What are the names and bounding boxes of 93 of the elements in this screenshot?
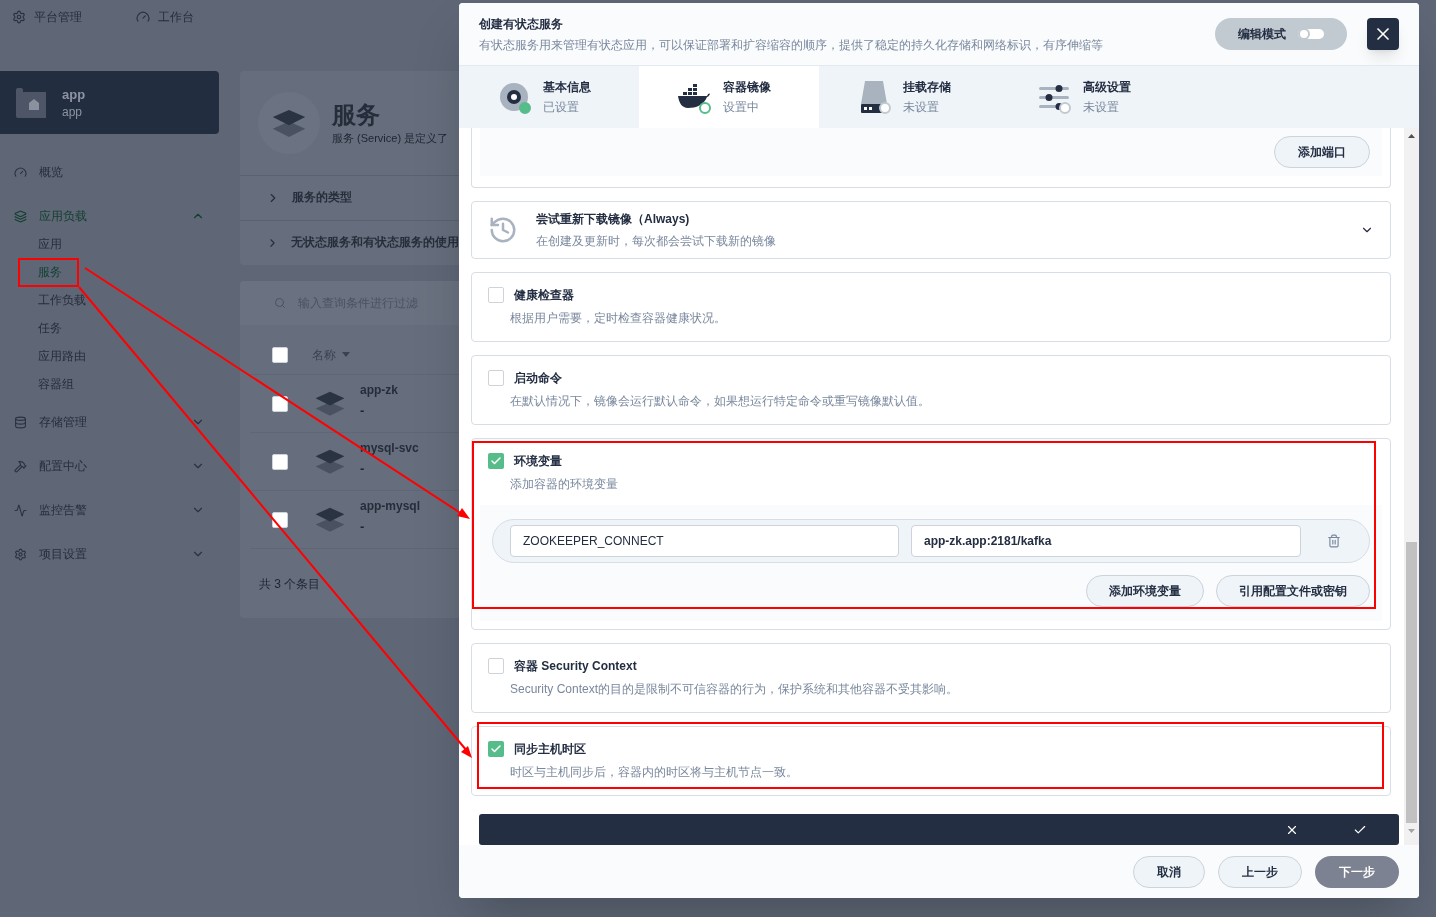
step-status: 未设置 xyxy=(903,99,940,116)
option-title: 健康检查器 xyxy=(514,287,574,305)
sidebar-item[interactable]: 概览 xyxy=(39,163,63,181)
option-title: 容器 Security Context xyxy=(514,658,637,676)
dialog-title: 创建有状态服务 xyxy=(479,15,564,33)
step-title: 挂载存储 xyxy=(903,79,951,96)
option-description: 时区与主机同步后，容器内的时区将与主机节点一致。 xyxy=(510,764,799,782)
step-tab[interactable]: 挂载存储 未设置 xyxy=(819,66,999,128)
checkbox[interactable] xyxy=(488,453,504,470)
sidebar-subitem[interactable]: 应用路由 xyxy=(38,346,86,366)
option-title: 同步主机时区 xyxy=(514,741,586,759)
checkbox[interactable] xyxy=(272,346,288,363)
footer-button[interactable]: 取消 xyxy=(1133,855,1205,888)
gear-icon xyxy=(14,547,27,561)
step-status: 设置中 xyxy=(723,99,760,116)
step-title: 容器镜像 xyxy=(723,79,771,96)
nav-link[interactable]: 工作台 xyxy=(158,8,194,26)
option-description: Security Context的目的是限制不可信容器的行为，保护系统和其他容器不受其影响。 xyxy=(510,681,960,699)
hammer-icon xyxy=(14,459,27,473)
footer-button[interactable]: 上一步 xyxy=(1218,855,1302,888)
scroll-up-icon[interactable] xyxy=(1408,134,1415,138)
variable-value-field[interactable]: app-zk.app:2181/kafka xyxy=(911,525,1301,558)
dialog-description: 有状态服务用来管理有状态应用，可以保证部署和扩容缩容的顺序，提供了稳定的持久化存储和网络标识，有序伸缩等 xyxy=(479,36,1103,54)
scroll-thumb[interactable] xyxy=(1406,542,1417,823)
step-title: 高级设置 xyxy=(1083,79,1131,96)
layers-icon xyxy=(14,209,27,223)
sidebar-item[interactable]: 应用负载 xyxy=(39,207,87,225)
toggle-switch[interactable] xyxy=(1298,29,1324,39)
scroll-down-icon[interactable] xyxy=(1408,829,1415,833)
add-port-button[interactable]: 添加端口 xyxy=(1274,135,1370,168)
checkbox[interactable] xyxy=(488,658,504,675)
service-name[interactable]: app-zk xyxy=(360,381,398,399)
layers-icon xyxy=(314,506,346,533)
sidebar-subitem[interactable]: 任务 xyxy=(38,318,62,338)
pull-policy-card[interactable]: 尝试重新下载镜像（Always) 在创建及更新时，每次都会尝试下载新的镜像 xyxy=(471,200,1391,260)
variable-name-field[interactable]: ZOOKEEPER_CONNECT xyxy=(510,525,899,558)
disc-icon xyxy=(499,82,529,112)
checkbox[interactable] xyxy=(272,453,288,470)
database-icon xyxy=(14,415,27,429)
delete-icon[interactable] xyxy=(1327,534,1341,549)
sort-caret-icon[interactable] xyxy=(342,352,350,357)
option-description: 在默认情况下，镜像会运行默认命令，如果想运行特定命令或重写镜像默认值。 xyxy=(510,393,931,411)
option-title: 环境变量 xyxy=(514,453,562,471)
service-name[interactable]: mysql-svc xyxy=(360,439,419,457)
footer-button[interactable]: 下一步 xyxy=(1315,855,1399,888)
project-subtitle: app xyxy=(62,103,84,120)
close-button[interactable] xyxy=(1367,18,1399,50)
pulse-icon xyxy=(14,503,27,517)
layers-icon xyxy=(314,448,346,475)
edit-mode-toggle[interactable]: 编辑模式 xyxy=(1215,18,1347,50)
item-count: 共 3 个条目 xyxy=(259,576,322,593)
policy-title: 尝试重新下载镜像（Always) xyxy=(536,210,691,228)
service-detail: - xyxy=(360,460,366,478)
hard-drive-icon xyxy=(860,80,888,114)
layers-icon xyxy=(314,390,346,417)
service-detail: - xyxy=(360,402,366,420)
whale-icon xyxy=(677,84,711,110)
step-status: 已设置 xyxy=(543,99,580,116)
step-tab[interactable]: 高级设置 未设置 xyxy=(999,66,1179,128)
project-card[interactable]: app app xyxy=(0,71,219,134)
checkbox[interactable] xyxy=(272,511,288,528)
step-status: 未设置 xyxy=(1083,99,1120,116)
accordion-label: 服务的类型 xyxy=(292,190,352,206)
step-tab[interactable]: 基本信息 已设置 xyxy=(459,66,639,128)
sidebar-subitem[interactable]: 服务 xyxy=(38,262,62,282)
env-action-button[interactable]: 添加环境变量 xyxy=(1086,575,1204,608)
option-description: 添加容器的环境变量 xyxy=(510,476,619,494)
service-detail: - xyxy=(360,518,366,536)
option-title: 启动命令 xyxy=(514,370,562,388)
search-icon xyxy=(274,297,286,309)
checkbox[interactable] xyxy=(488,287,504,304)
sidebar-subitem[interactable]: 工作负载 xyxy=(38,290,86,310)
env-action-button[interactable]: 引用配置文件或密钥 xyxy=(1216,575,1370,608)
page-title: 服务 xyxy=(332,99,381,130)
layers-icon xyxy=(271,108,307,138)
checkbox[interactable] xyxy=(272,395,288,412)
sidebar-subitem[interactable]: 应用 xyxy=(38,234,62,254)
checkbox[interactable] xyxy=(488,741,504,758)
policy-description: 在创建及更新时，每次都会尝试下载新的镜像 xyxy=(536,232,776,250)
page-description: 服务 (Service) 是定义了 xyxy=(332,130,449,146)
gauge-icon xyxy=(14,165,27,179)
gear-icon xyxy=(12,10,26,24)
scrollbar[interactable] xyxy=(1404,128,1419,845)
step-title: 基本信息 xyxy=(543,79,591,96)
highlight-frame xyxy=(18,258,79,287)
accordion-label: 无状态服务和有状态服务的使用 xyxy=(291,234,459,251)
service-name[interactable]: app-mysql xyxy=(360,497,420,515)
gauge-icon xyxy=(136,10,150,24)
option-description: 根据用户需要，定时检查容器健康状况。 xyxy=(510,310,727,328)
project-icon xyxy=(16,87,46,118)
checkbox[interactable] xyxy=(488,370,504,387)
step-tab[interactable]: 容器镜像 设置中 xyxy=(639,66,819,128)
project-name: app xyxy=(62,85,86,104)
